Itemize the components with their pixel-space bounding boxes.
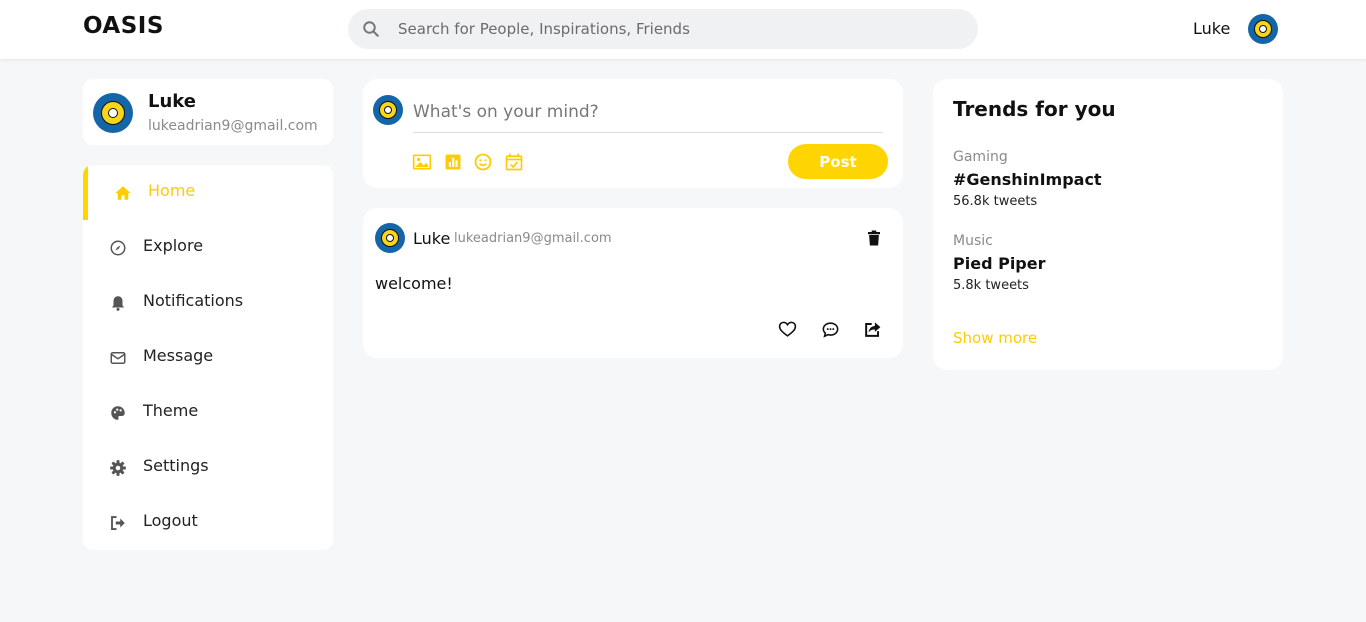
sidebar-item-message[interactable]: Message [83,330,333,385]
avatar[interactable] [375,223,405,253]
trend-category: Music [953,233,993,249]
post-card: Luke lukeadrian9@gmail.com welcome! [363,208,903,358]
home-icon [115,186,131,200]
sidebar-item-settings[interactable]: Settings [83,440,333,495]
show-more-link[interactable]: Show more [953,329,1037,347]
sidebar-item-label: Theme [143,401,199,420]
avatar [93,93,133,133]
sidebar-item-label: Explore [143,236,204,255]
palette-icon [111,406,125,420]
avatar [373,95,403,125]
sidebar-item-logout[interactable]: Logout [83,495,333,550]
sidebar-item-label: Home [148,181,196,200]
sidebar-item-label: Notifications [143,291,244,310]
profile-email: lukeadrian9@gmail.com [148,118,318,134]
top-bar: OASIS Luke [0,0,1366,59]
gear-icon [110,460,126,476]
calendar-icon[interactable] [504,152,524,172]
share-icon[interactable] [863,320,882,339]
topbar-user-name[interactable]: Luke [1193,19,1230,38]
trend-category: Gaming [953,149,1008,165]
trends-panel: Trends for you Gaming #GenshinImpact 56.… [933,79,1283,370]
sidebar-nav: Home Explore Notifications Message Theme [83,165,333,550]
sidebar-item-explore[interactable]: Explore [83,220,333,275]
bell-icon [112,296,124,311]
post-button[interactable]: Post [788,144,888,179]
trash-icon[interactable] [865,229,883,247]
trend-count: 56.8k tweets [953,194,1038,209]
sidebar-item-theme[interactable]: Theme [83,385,333,440]
post-author-email: lukeadrian9@gmail.com [454,231,612,246]
post-text: welcome! [375,274,453,293]
sidebar-item-label: Logout [143,511,198,530]
topbar-avatar[interactable] [1248,14,1278,48]
trend-item[interactable]: Gaming #GenshinImpact 56.8k tweets [953,149,1102,209]
post-author[interactable]: Luke [413,229,450,248]
trends-title: Trends for you [953,97,1116,121]
envelope-icon [110,352,126,364]
heart-icon[interactable] [778,320,797,339]
trend-item[interactable]: Music Pied Piper 5.8k tweets [953,233,1046,293]
profile-name: Luke [148,91,196,112]
logout-icon [111,516,125,530]
trend-count: 5.8k tweets [953,278,1029,293]
sidebar-item-home[interactable]: Home [83,165,333,220]
search-bar[interactable] [348,9,978,49]
app-logo[interactable]: OASIS [83,13,164,39]
image-icon[interactable] [412,152,432,172]
comment-icon[interactable] [821,320,840,339]
sidebar-item-label: Message [143,346,214,365]
smile-icon[interactable] [473,152,493,172]
compass-icon [110,240,126,256]
search-input[interactable] [398,9,958,49]
profile-card[interactable]: Luke lukeadrian9@gmail.com [83,79,333,145]
composer-input[interactable] [413,91,883,133]
sidebar-item-label: Settings [143,456,209,475]
search-icon [363,21,379,37]
trend-name: Pied Piper [953,254,1046,273]
sidebar-item-notifications[interactable]: Notifications [83,275,333,330]
chart-icon[interactable] [443,152,463,172]
trend-name: #GenshinImpact [953,170,1102,189]
post-composer: Post [363,79,903,188]
